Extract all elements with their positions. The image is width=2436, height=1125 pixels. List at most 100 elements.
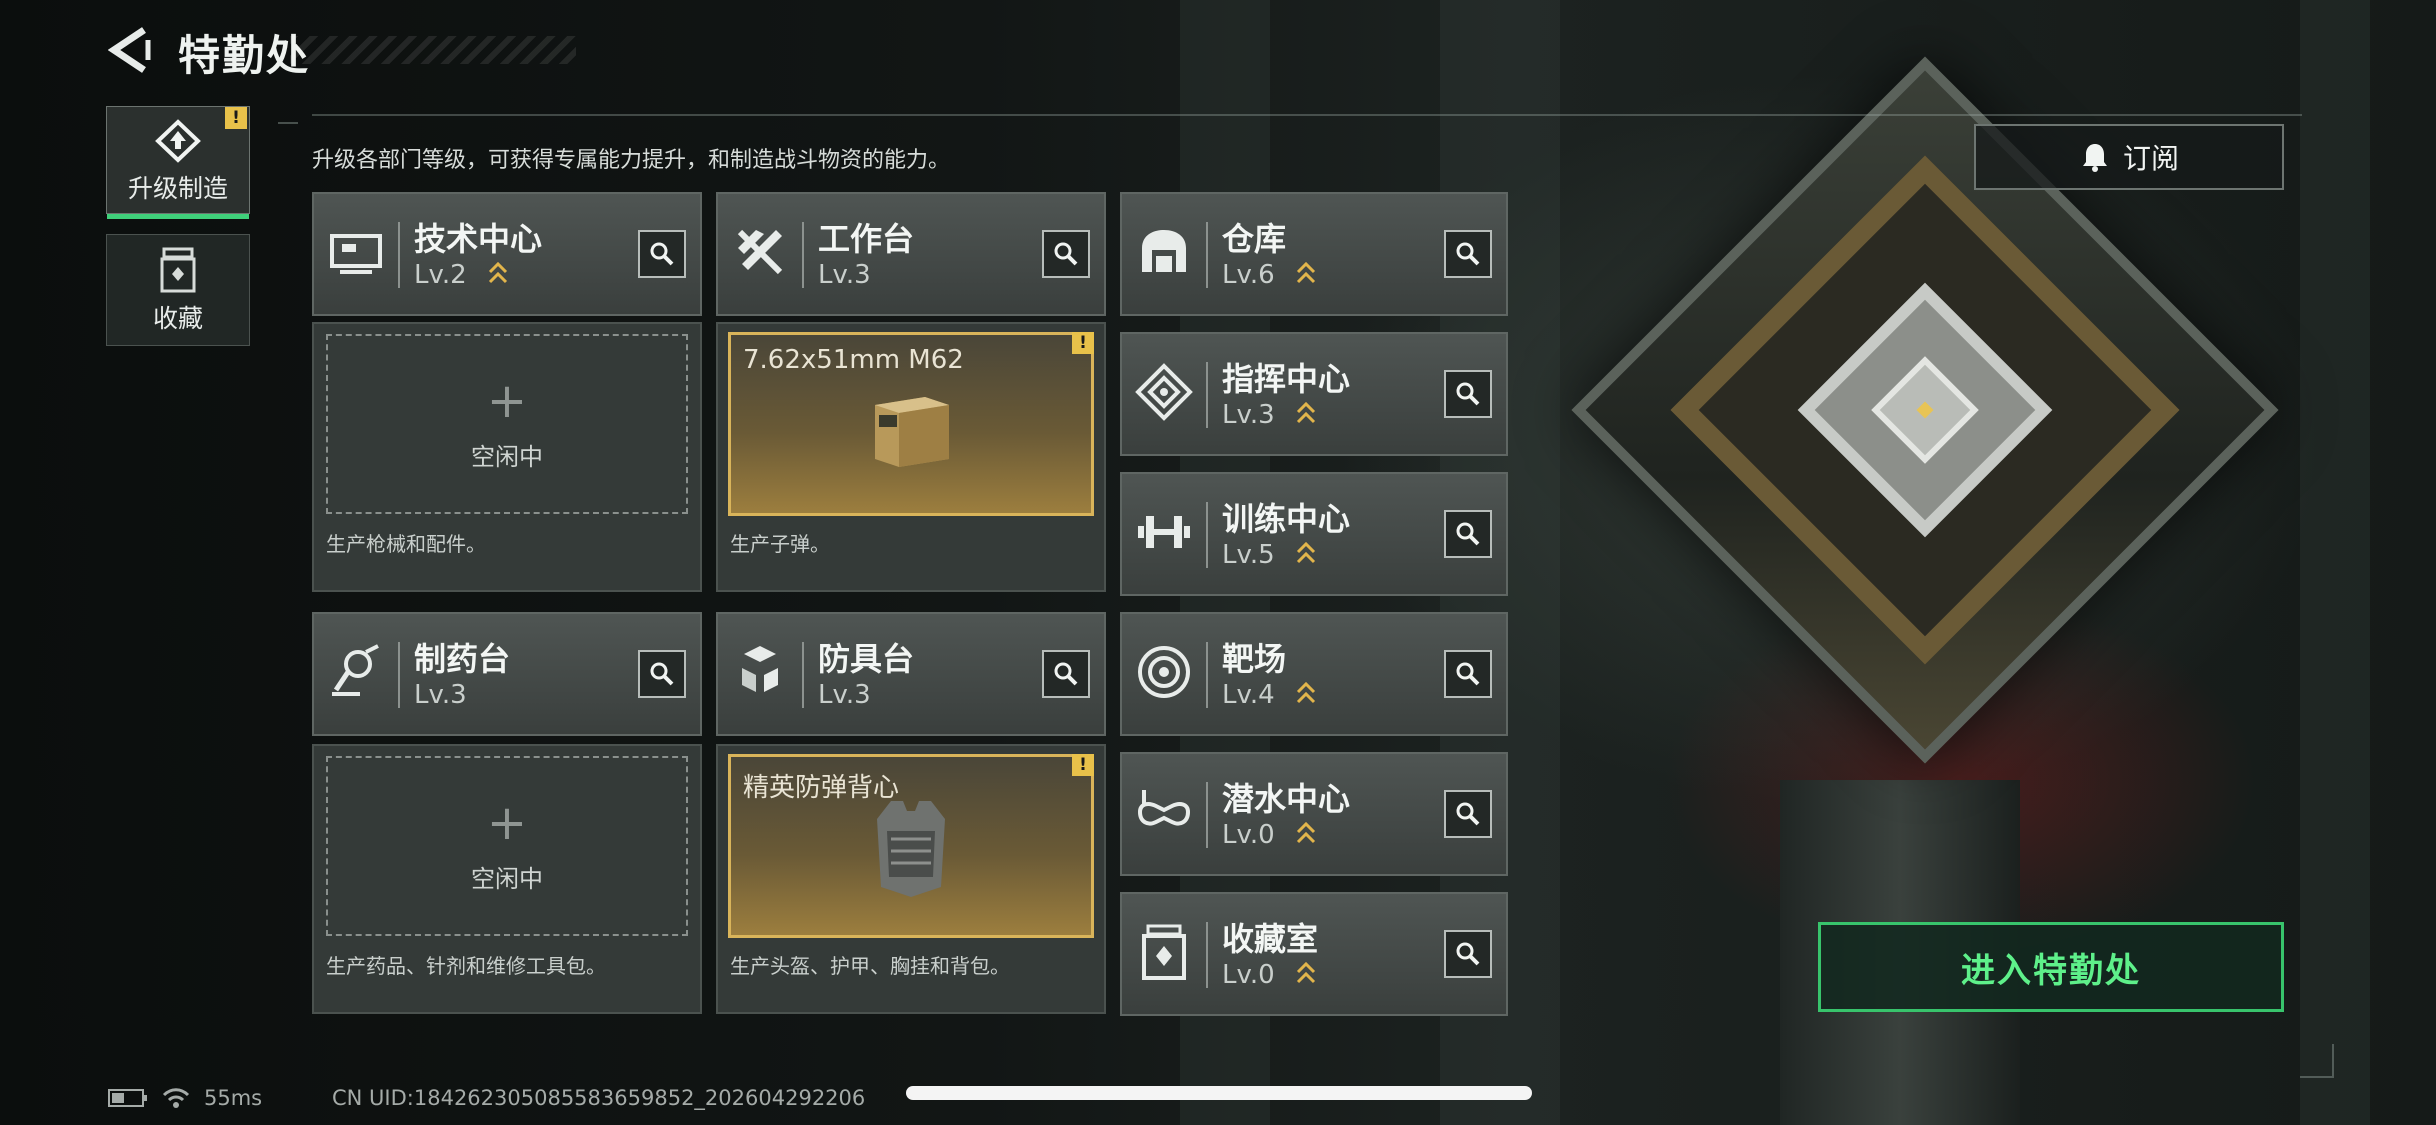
upgrade-chevron-icon [1296, 541, 1316, 564]
corner-decoration [278, 104, 298, 124]
department-card-diving-center[interactable]: 潜水中心 Lv.0 [1120, 752, 1508, 876]
armor-bench-icon [742, 646, 778, 692]
department-card-warehouse[interactable]: 仓库 Lv.6 [1120, 192, 1508, 316]
department-name: 技术中心 [414, 220, 543, 258]
tab-upgrade-craft[interactable]: 升级制造 ! [106, 106, 250, 219]
department-card-command-center[interactable]: 指挥中心 Lv.3 [1120, 332, 1508, 456]
department-level: Lv.3 [1222, 400, 1275, 430]
production-slot-pharmacy[interactable]: + 空闲中 生产药品、针剂和维修工具包。 [312, 744, 702, 1014]
inspect-button[interactable] [1444, 930, 1492, 978]
department-level: Lv.2 [414, 260, 467, 290]
card-separator [1206, 502, 1208, 568]
search-icon [650, 662, 674, 686]
diving-center-icon [1137, 790, 1191, 826]
department-level: Lv.0 [1222, 960, 1275, 990]
department-card-workbench[interactable]: 工作台 Lv.3 [716, 192, 1106, 316]
divider-line [312, 114, 2302, 116]
department-name: 制药台 [414, 640, 511, 678]
inspect-button[interactable] [1444, 230, 1492, 278]
card-separator [398, 222, 400, 288]
department-card-collection-room[interactable]: 收藏室 Lv.0 [1120, 892, 1508, 1016]
collection-icon [160, 247, 196, 293]
active-tab-indicator [107, 214, 249, 219]
card-separator [398, 642, 400, 708]
warning-badge: ! [225, 107, 247, 129]
enter-special-ops-button[interactable]: 进入特勤处 [1818, 922, 2284, 1012]
department-card-armor-bench[interactable]: 防具台 Lv.3 [716, 612, 1106, 736]
department-card-shooting-range[interactable]: 靶场 Lv.4 [1120, 612, 1508, 736]
upgrade-chevron-icon [488, 261, 508, 284]
subscribe-button[interactable]: 订阅 [1974, 124, 2284, 190]
department-name: 指挥中心 [1222, 360, 1351, 398]
empty-slot[interactable]: + 空闲中 [326, 756, 688, 936]
ammo-box-icon [875, 397, 949, 467]
production-slot-workbench[interactable]: 7.62x51mm M62 ! 生产子弹。 [716, 322, 1106, 592]
card-separator [1206, 922, 1208, 988]
production-slot-tech-center[interactable]: + 空闲中 生产枪械和配件。 [312, 322, 702, 592]
department-level: Lv.0 [1222, 820, 1275, 850]
department-card-tech-center[interactable]: 技术中心 Lv.2 [312, 192, 702, 316]
department-level: Lv.6 [1222, 260, 1275, 290]
inspect-button[interactable] [1444, 650, 1492, 698]
production-slot-armor-bench[interactable]: 精英防弹背心 ! 生产头盔、护甲、胸挂和背包。 [716, 744, 1106, 1014]
title-decoration [290, 36, 576, 64]
inspect-button[interactable] [1444, 790, 1492, 838]
search-icon [1456, 942, 1480, 966]
tab-upgrade-craft-label: 升级制造 [127, 174, 228, 203]
search-icon [650, 242, 674, 266]
battery-icon [108, 1089, 147, 1107]
home-indicator[interactable] [906, 1086, 1532, 1100]
crafting-item-slot[interactable]: 7.62x51mm M62 ! [728, 332, 1094, 516]
inspect-button[interactable] [1444, 370, 1492, 418]
inspect-button[interactable] [638, 650, 686, 698]
card-separator [802, 222, 804, 288]
crafting-item-name: 7.62x51mm M62 [743, 345, 964, 375]
status-bar: 55ms [108, 1086, 262, 1110]
add-icon: + [486, 372, 528, 429]
department-name: 潜水中心 [1222, 780, 1351, 818]
workbench-icon [737, 229, 783, 275]
search-icon [1054, 662, 1078, 686]
idle-status: 空闲中 [471, 442, 543, 471]
department-name: 仓库 [1222, 220, 1287, 258]
department-card-pharmacy[interactable]: 制药台 Lv.3 [312, 612, 702, 736]
inspect-button[interactable] [1042, 230, 1090, 278]
card-separator [1206, 642, 1208, 708]
upgrade-chevron-icon [1296, 821, 1316, 844]
tab-collection-label: 收藏 [152, 304, 203, 333]
card-separator [1206, 362, 1208, 428]
search-icon [1456, 522, 1480, 546]
search-icon [1456, 382, 1480, 406]
department-card-training-center[interactable]: 训练中心 Lv.5 [1120, 472, 1508, 596]
search-icon [1054, 242, 1078, 266]
department-name: 防具台 [818, 640, 915, 678]
card-separator [1206, 782, 1208, 848]
department-level: Lv.5 [1222, 540, 1275, 570]
idle-status: 空闲中 [471, 864, 543, 893]
search-icon [1456, 242, 1480, 266]
crafting-item-slot[interactable]: 精英防弹背心 ! [728, 754, 1094, 938]
training-center-icon [1138, 516, 1190, 548]
card-separator [802, 642, 804, 708]
search-icon [1456, 662, 1480, 686]
background-pillar [2300, 0, 2370, 1125]
department-name: 靶场 [1222, 640, 1287, 678]
inspect-button[interactable] [638, 230, 686, 278]
warning-badge: ! [1072, 332, 1094, 354]
pharmacy-icon [332, 644, 379, 696]
department-level: Lv.3 [818, 260, 871, 290]
upgrade-icon [155, 119, 201, 163]
department-level: Lv.4 [1222, 680, 1275, 710]
tab-collection[interactable]: 收藏 [106, 234, 250, 346]
inspect-button[interactable] [1444, 510, 1492, 558]
card-separator [1206, 222, 1208, 288]
wifi-icon [162, 1088, 190, 1108]
production-description: 生产子弹。 [730, 532, 830, 556]
department-name: 工作台 [818, 220, 915, 258]
empty-slot[interactable]: + 空闲中 [326, 334, 688, 514]
upgrade-chevron-icon [1296, 261, 1316, 284]
warehouse-icon [1142, 230, 1186, 272]
back-chevron-icon[interactable] [108, 26, 152, 74]
enter-button-label: 进入特勤处 [1961, 950, 2141, 991]
inspect-button[interactable] [1042, 650, 1090, 698]
